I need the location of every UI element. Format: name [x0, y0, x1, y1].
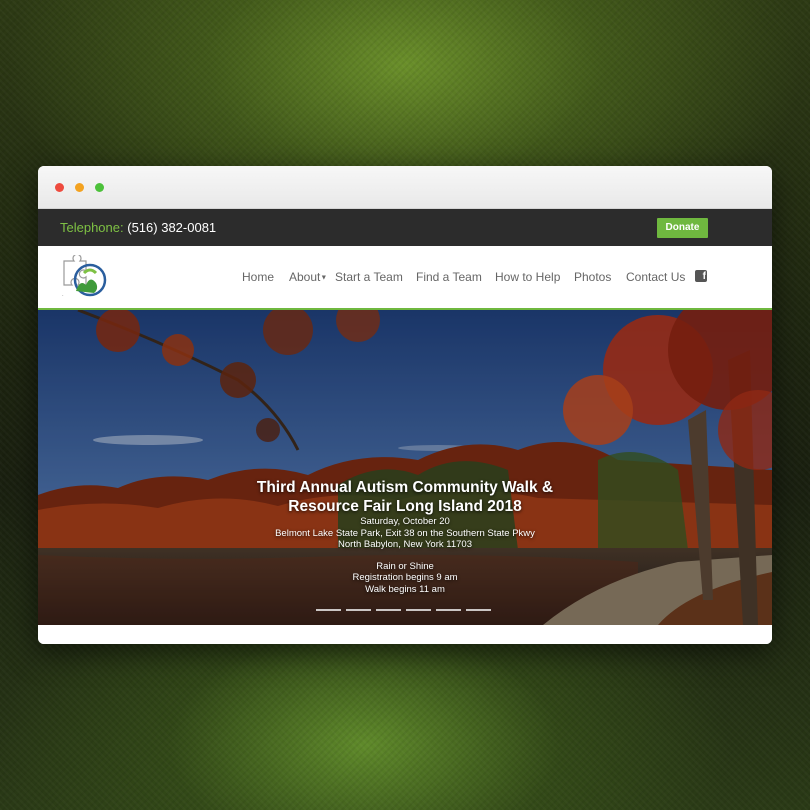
hero-slider: Third Annual Autism Community Walk & Res…: [38, 310, 772, 625]
slide-indicator[interactable]: [466, 609, 491, 611]
hero-title-line-1: Third Annual Autism Community Walk &: [256, 479, 554, 496]
maximize-window-button[interactable]: [95, 183, 104, 192]
nav-item-contact-us[interactable]: Contact Us: [626, 270, 685, 284]
minimize-window-button[interactable]: [75, 183, 84, 192]
slide-indicator[interactable]: [316, 609, 341, 611]
close-window-button[interactable]: [55, 183, 64, 192]
event-walk-time: Walk begins 11 am: [365, 583, 445, 595]
nav-item-photos[interactable]: Photos: [574, 270, 611, 284]
facebook-icon[interactable]: f: [695, 270, 707, 282]
nav-item-about-label: About: [289, 270, 321, 284]
contact-topbar: Telephone: (516) 382-0081 Donate: [38, 209, 772, 246]
svg-text:·: ·: [62, 293, 64, 299]
event-weather-note: Rain or Shine: [376, 560, 434, 572]
site-logo[interactable]: ·: [58, 255, 110, 299]
main-navbar: · Home About▼ Start a Team Find a Team H…: [38, 246, 772, 311]
chevron-down-icon: ▼: [320, 274, 328, 282]
nav-item-how-to-help[interactable]: How to Help: [495, 270, 560, 284]
event-date: Saturday, October 20: [360, 516, 450, 527]
event-location-line-1: Belmont Lake State Park, Exit 38 on the …: [275, 527, 535, 539]
event-registration-time: Registration begins 9 am: [352, 572, 458, 583]
phone-number[interactable]: (516) 382-0081: [127, 220, 216, 235]
content-strip: [38, 625, 772, 644]
phone-label: Telephone:: [60, 220, 124, 235]
nav-item-home[interactable]: Home: [242, 270, 274, 284]
nav-item-find-a-team[interactable]: Find a Team: [416, 270, 482, 284]
browser-window: Telephone: (516) 382-0081 Donate · Home …: [38, 166, 772, 644]
slide-indicator[interactable]: [376, 609, 401, 611]
slide-indicator[interactable]: [346, 609, 371, 611]
slide-indicator[interactable]: [436, 609, 461, 611]
nav-item-start-a-team[interactable]: Start a Team: [335, 270, 403, 284]
donate-button[interactable]: Donate: [657, 218, 708, 238]
browser-titlebar: [38, 166, 772, 209]
hero-title-line-2: Resource Fair Long Island 2018: [288, 498, 522, 515]
hero-caption: Third Annual Autism Community Walk & Res…: [38, 478, 772, 595]
slide-indicator[interactable]: [406, 609, 431, 611]
nav-item-about[interactable]: About▼: [289, 270, 327, 284]
event-location-line-2: North Babylon, New York 11703: [338, 539, 472, 550]
phone-contact: Telephone: (516) 382-0081: [60, 220, 216, 235]
